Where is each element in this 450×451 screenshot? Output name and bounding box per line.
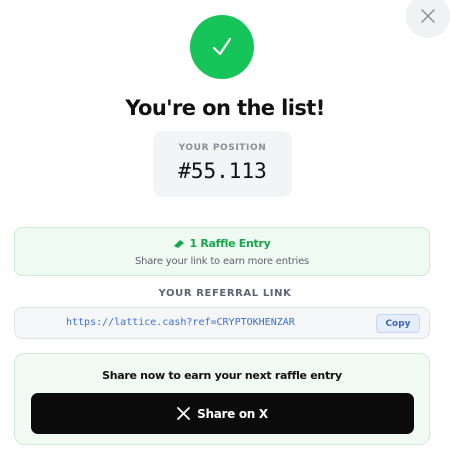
position-card: YOUR POSITION #55.113: [153, 131, 292, 197]
success-badge: [190, 15, 254, 79]
share-button-label: Share on X: [197, 406, 268, 421]
close-button[interactable]: [406, 0, 450, 38]
check-icon: [212, 37, 232, 56]
share-title: Share now to earn your next raffle entry: [102, 369, 342, 382]
position-value: #55.113: [178, 159, 267, 183]
referral-link-box: https://lattice.cash?ref=CRYPTOKHENZAR C…: [14, 307, 430, 339]
referral-label: YOUR REFERRAL LINK: [158, 288, 292, 299]
position-label: YOUR POSITION: [178, 143, 267, 153]
raffle-subtitle: Share your link to earn more entries: [134, 256, 310, 267]
close-icon: [421, 9, 435, 23]
raffle-title-row: 1 Raffle Entry: [15, 237, 429, 250]
x-logo-icon: [177, 407, 191, 420]
page-title: You're on the list!: [125, 96, 325, 120]
ticket-icon: [174, 239, 185, 248]
raffle-entry-card: 1 Raffle Entry Share your link to earn m…: [14, 227, 430, 276]
raffle-title: 1 Raffle Entry: [189, 237, 271, 250]
share-card: Share now to earn your next raffle entry…: [14, 353, 430, 445]
referral-url[interactable]: https://lattice.cash?ref=CRYPTOKHENZAR: [66, 317, 295, 328]
share-on-x-button[interactable]: Share on X: [31, 393, 414, 434]
copy-button[interactable]: Copy: [376, 314, 420, 333]
